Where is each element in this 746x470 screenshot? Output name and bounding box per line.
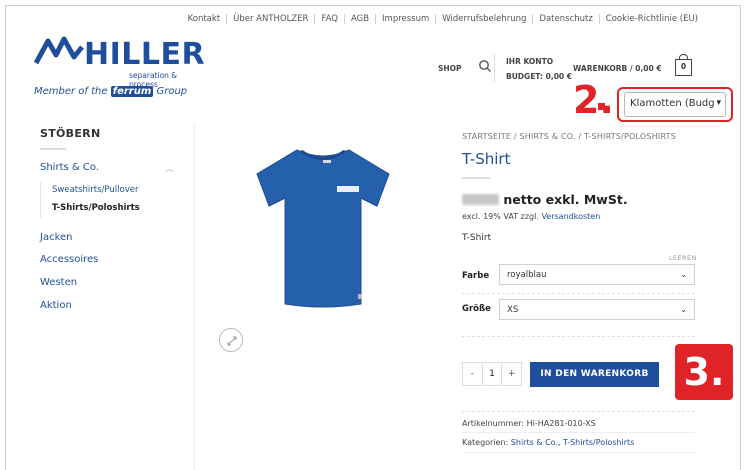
cart-count-badge[interactable]: 0 xyxy=(675,54,692,76)
shop-link[interactable]: SHOP xyxy=(438,64,462,73)
add-to-cart-button[interactable]: IN DEN WARENKORB xyxy=(530,362,659,387)
divider xyxy=(462,293,695,294)
topnav-kontakt[interactable]: Kontakt xyxy=(182,14,227,24)
chevron-down-icon: ⌄ xyxy=(680,270,687,279)
zoom-expand-icon[interactable] xyxy=(219,328,243,352)
logo-member-line: Member of the ferrum Group xyxy=(34,86,188,97)
qty-plus-button[interactable]: + xyxy=(502,363,521,385)
vat-note: excl. 19% VAT zzgl. Versandkosten xyxy=(462,212,601,221)
budget-select[interactable]: Klamotten (Budg ▾ xyxy=(624,92,726,117)
sidebar-subitem-sweatshirts[interactable]: Sweatshirts/Pullover xyxy=(52,185,138,195)
topnav-cookie[interactable]: Cookie-Richtlinie (EU) xyxy=(600,14,704,24)
top-navigation: Kontakt Über ANTHOLZER FAQ AGB Impressum… xyxy=(182,14,704,24)
topnav-ueber[interactable]: Über ANTHOLZER xyxy=(227,14,314,24)
site-logo[interactable]: HILLER separation & process Member of th… xyxy=(34,31,205,101)
price-redacted xyxy=(462,194,499,205)
search-icon[interactable] xyxy=(478,59,492,73)
page-frame: Kontakt Über ANTHOLZER FAQ AGB Impressum… xyxy=(5,5,741,470)
reset-variations-link[interactable]: LEEREN xyxy=(669,254,697,262)
breadcrumb[interactable]: STARTSEITE / SHIRTS & CO. / T-SHIRTS/POL… xyxy=(462,132,676,141)
title-rule xyxy=(462,177,490,179)
category-links[interactable]: Shirts & Co., T-Shirts/Poloshirts xyxy=(511,438,635,447)
sidebar-item-aktion[interactable]: Aktion xyxy=(40,300,72,311)
qty-minus-button[interactable]: - xyxy=(463,363,482,385)
shipping-link[interactable]: Versandkosten xyxy=(541,212,600,221)
account-link[interactable]: IHR KONTO BUDGET: 0,00 € xyxy=(506,54,572,84)
subitems-border xyxy=(40,182,41,218)
divider xyxy=(462,432,695,433)
topnav-agb[interactable]: AGB xyxy=(345,14,375,24)
product-categories: Kategorien: Shirts & Co., T-Shirts/Polos… xyxy=(462,438,635,447)
annotation-step-2: 2. xyxy=(573,78,614,122)
logo-wave-icon xyxy=(34,36,84,65)
sidebar-item-westen[interactable]: Westen xyxy=(40,277,77,288)
sidebar-title-rule xyxy=(40,148,66,150)
chevron-down-icon: ▾ xyxy=(716,98,721,108)
sidebar-item-shirts[interactable]: Shirts & Co. xyxy=(40,162,99,173)
farbe-select[interactable]: royalblau ⌄ xyxy=(499,264,695,285)
chevron-down-icon: ⌄ xyxy=(680,305,687,314)
product-sku: Artikelnummer: Hi-HA281-010-XS xyxy=(462,419,596,428)
sidebar-item-jacken[interactable]: Jacken xyxy=(40,232,73,243)
chevron-up-icon[interactable]: ︿ xyxy=(165,163,173,174)
product-image-tshirt[interactable] xyxy=(253,144,393,309)
product-title: T-Shirt xyxy=(462,150,511,168)
product-description: T-Shirt xyxy=(462,233,492,243)
groesse-select[interactable]: XS ⌄ xyxy=(499,299,695,320)
divider xyxy=(462,452,695,453)
header-divider xyxy=(494,54,495,82)
annotation-step-3: 3. xyxy=(675,344,733,400)
logo-brand: HILLER xyxy=(84,37,206,72)
sidebar-title: STÖBERN xyxy=(40,127,101,140)
cart-link[interactable]: WARENKORB / 0,00 € xyxy=(573,64,662,73)
topnav-impressum[interactable]: Impressum xyxy=(376,14,435,24)
farbe-label: Farbe xyxy=(462,271,490,281)
divider xyxy=(462,411,695,412)
sidebar-item-accessoires[interactable]: Accessoires xyxy=(40,254,98,265)
divider xyxy=(462,336,695,337)
topnav-widerruf[interactable]: Widerrufsbelehrung xyxy=(436,14,532,24)
qty-input[interactable]: 1 xyxy=(481,363,503,385)
groesse-label: Größe xyxy=(462,304,491,314)
topnav-datenschutz[interactable]: Datenschutz xyxy=(533,14,598,24)
topnav-faq[interactable]: FAQ xyxy=(315,14,343,24)
quantity-stepper[interactable]: - 1 + xyxy=(462,362,522,386)
column-divider xyxy=(194,124,195,470)
sidebar-subitem-tshirts[interactable]: T-Shirts/Poloshirts xyxy=(52,203,140,213)
product-price: netto exkl. MwSt. xyxy=(462,192,628,207)
annotation-dot xyxy=(598,103,605,110)
